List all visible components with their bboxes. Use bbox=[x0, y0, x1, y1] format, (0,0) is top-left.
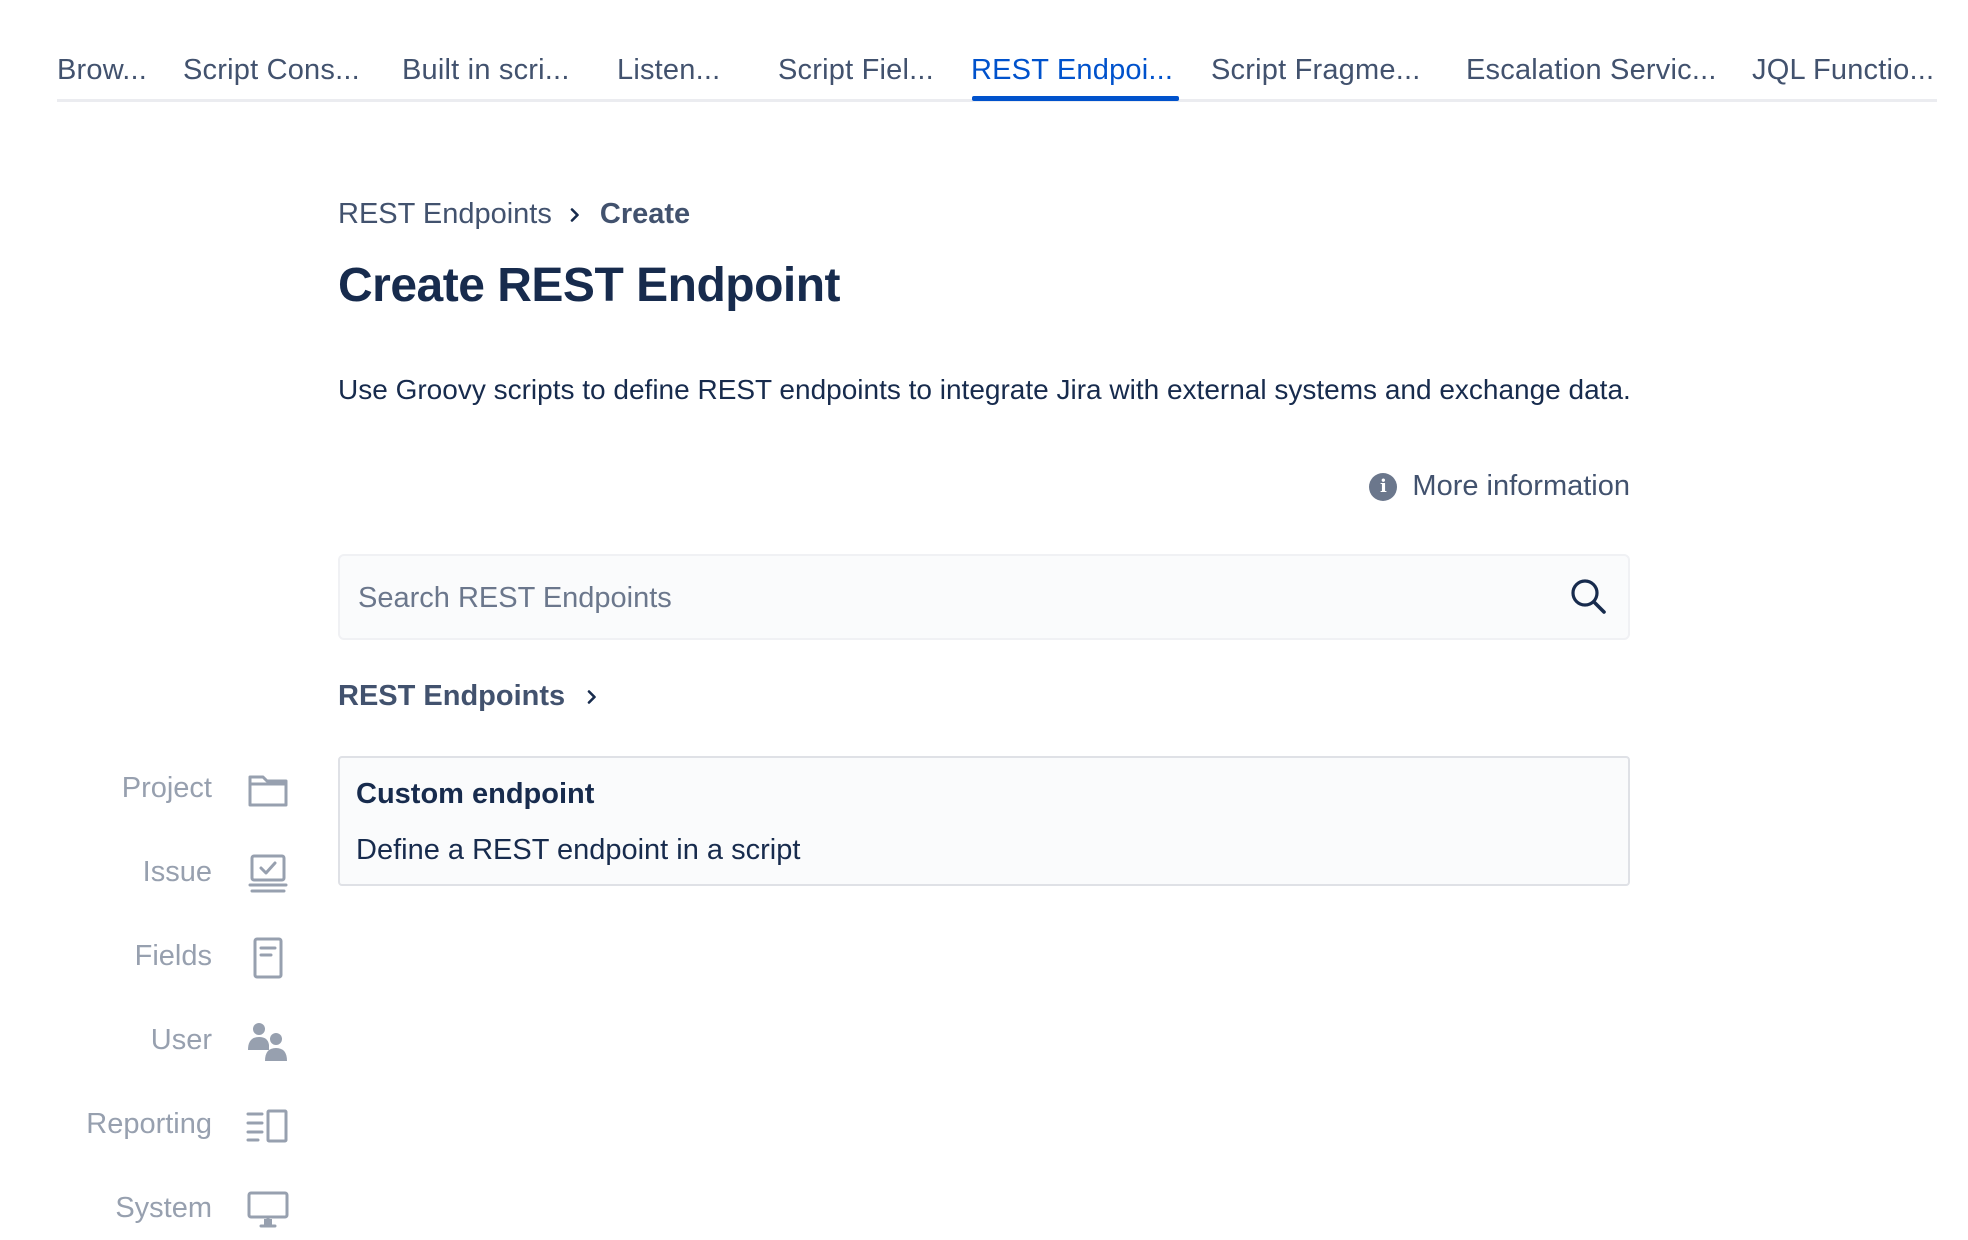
sidebar-item-reporting[interactable]: Reporting bbox=[0, 1096, 300, 1156]
tab-browse[interactable]: Brow... bbox=[57, 54, 147, 87]
page-description: Use Groovy scripts to define REST endpoi… bbox=[338, 374, 1631, 405]
breadcrumb-current: Create bbox=[599, 198, 691, 230]
document-icon bbox=[253, 937, 283, 979]
sidebar-item-label: Project bbox=[121, 772, 212, 804]
tab-rest-endpoints[interactable]: REST Endpoi... bbox=[971, 54, 1173, 87]
page-title: Create REST Endpoint bbox=[338, 259, 841, 312]
card-title: Custom endpoint bbox=[356, 778, 595, 810]
sidebar-item-user[interactable]: User bbox=[0, 1012, 300, 1072]
custom-endpoint-card[interactable]: Custom endpoint Define a REST endpoint i… bbox=[338, 756, 1630, 886]
more-information-link[interactable]: i More information bbox=[1369, 470, 1630, 503]
sidebar-item-label: Fields bbox=[134, 940, 212, 972]
sidebar-item-label: User bbox=[150, 1024, 212, 1056]
folder-icon bbox=[248, 775, 288, 807]
sidebar-item-issue[interactable]: Issue bbox=[0, 844, 300, 904]
tab-built-in-scripts[interactable]: Built in scri... bbox=[402, 54, 570, 87]
issue-icon bbox=[248, 854, 288, 893]
sidebar-item-label: System bbox=[115, 1192, 212, 1224]
search-input[interactable] bbox=[356, 556, 1540, 640]
more-information-label: More information bbox=[1412, 470, 1630, 502]
monitor-icon bbox=[247, 1191, 289, 1228]
section-rest-endpoints[interactable]: REST Endpoints bbox=[338, 680, 599, 713]
chevron-right-icon bbox=[570, 207, 579, 222]
top-tab-bar: Brow... Script Cons... Built in scri... … bbox=[57, 0, 1937, 102]
section-title: REST Endpoints bbox=[338, 680, 566, 712]
search-box bbox=[338, 554, 1630, 640]
card-description: Define a REST endpoint in a script bbox=[356, 834, 801, 866]
tab-script-console[interactable]: Script Cons... bbox=[183, 54, 360, 87]
search-icon[interactable] bbox=[1568, 576, 1608, 616]
chevron-right-icon bbox=[587, 689, 596, 704]
tab-listeners[interactable]: Listen... bbox=[617, 54, 720, 87]
tab-script-fields[interactable]: Script Fiel... bbox=[778, 54, 934, 87]
breadcrumb: REST Endpoints Create bbox=[338, 198, 690, 231]
reporting-icon bbox=[246, 1109, 288, 1143]
sidebar-item-fields[interactable]: Fields bbox=[0, 928, 300, 988]
sidebar-item-project[interactable]: Project bbox=[0, 760, 300, 820]
users-icon bbox=[248, 1023, 287, 1061]
tab-script-fragments[interactable]: Script Fragme... bbox=[1211, 54, 1420, 87]
tab-escalation-services[interactable]: Escalation Servic... bbox=[1466, 54, 1717, 87]
tab-jql-functions[interactable]: JQL Functio... bbox=[1752, 54, 1934, 87]
info-icon: i bbox=[1369, 472, 1398, 501]
sidebar-item-label: Reporting bbox=[86, 1108, 212, 1140]
sidebar-item-system[interactable]: System bbox=[0, 1180, 300, 1240]
active-tab-indicator bbox=[972, 96, 1179, 101]
breadcrumb-rest-endpoints-link[interactable]: REST Endpoints bbox=[338, 198, 552, 231]
sidebar-item-label: Issue bbox=[142, 856, 212, 888]
